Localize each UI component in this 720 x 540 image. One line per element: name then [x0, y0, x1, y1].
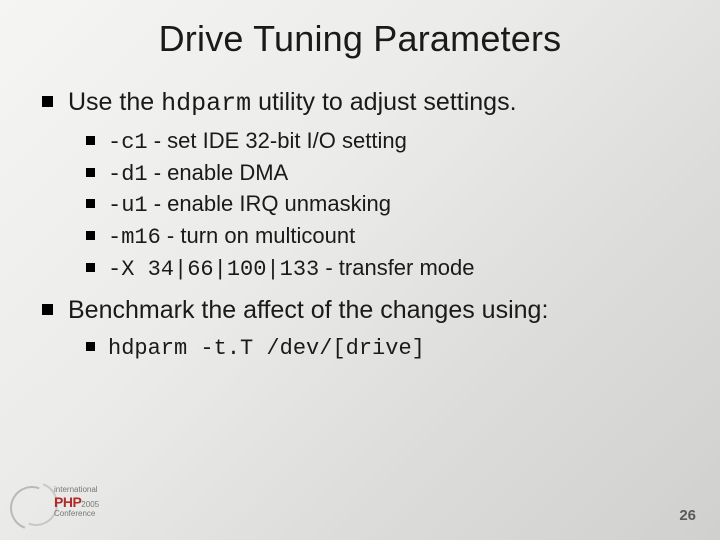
sub-bullet-item: hdparm -t.T /dev/[drive]: [86, 332, 684, 364]
sub-text: - enable IRQ unmasking: [148, 191, 391, 216]
slide: Drive Tuning Parameters Use the hdparm u…: [0, 0, 720, 540]
sub-code: hdparm -t.T /dev/[drive]: [108, 336, 425, 361]
sub-text: - enable DMA: [148, 160, 289, 185]
sub-bullet-item: -X 34|66|100|133 - transfer mode: [86, 253, 684, 285]
logo-year: 2005: [81, 500, 99, 509]
sub-bullet-item: -u1 - enable IRQ unmasking: [86, 189, 684, 221]
conference-logo: international PHP2005 Conference: [10, 480, 140, 530]
sub-text: - transfer mode: [319, 255, 474, 280]
logo-text: international PHP2005 Conference: [54, 486, 99, 519]
sub-code: -c1: [108, 130, 148, 155]
bullet-item: Benchmark the affect of the changes usin…: [42, 294, 684, 364]
bullet-item: Use the hdparm utility to adjust setting…: [42, 86, 684, 284]
sub-code: -d1: [108, 162, 148, 187]
sub-text: - set IDE 32-bit I/O setting: [148, 128, 407, 153]
bullet-text-prefix: Benchmark the affect of the changes usin…: [68, 296, 548, 324]
bullet-text-prefix: Use the: [68, 88, 161, 116]
sub-bullet-list: -c1 - set IDE 32-bit I/O setting -d1 - e…: [86, 126, 684, 284]
sub-bullet-item: -d1 - enable DMA: [86, 158, 684, 190]
slide-title: Drive Tuning Parameters: [36, 18, 684, 60]
logo-line1: international: [54, 485, 98, 494]
logo-brand: PHP: [54, 494, 81, 510]
bullet-text-suffix: utility to adjust settings.: [251, 88, 516, 116]
bullet-code: hdparm: [161, 89, 251, 118]
page-number: 26: [679, 507, 696, 524]
sub-code: -X 34|66|100|133: [108, 257, 319, 282]
logo-line3: Conference: [54, 509, 95, 518]
sub-code: -u1: [108, 193, 148, 218]
sub-text: - turn on multicount: [161, 223, 355, 248]
sub-bullet-item: -c1 - set IDE 32-bit I/O setting: [86, 126, 684, 158]
sub-code: -m16: [108, 225, 161, 250]
sub-bullet-item: -m16 - turn on multicount: [86, 221, 684, 253]
sub-bullet-list: hdparm -t.T /dev/[drive]: [86, 332, 684, 364]
bullet-list: Use the hdparm utility to adjust setting…: [42, 86, 684, 364]
